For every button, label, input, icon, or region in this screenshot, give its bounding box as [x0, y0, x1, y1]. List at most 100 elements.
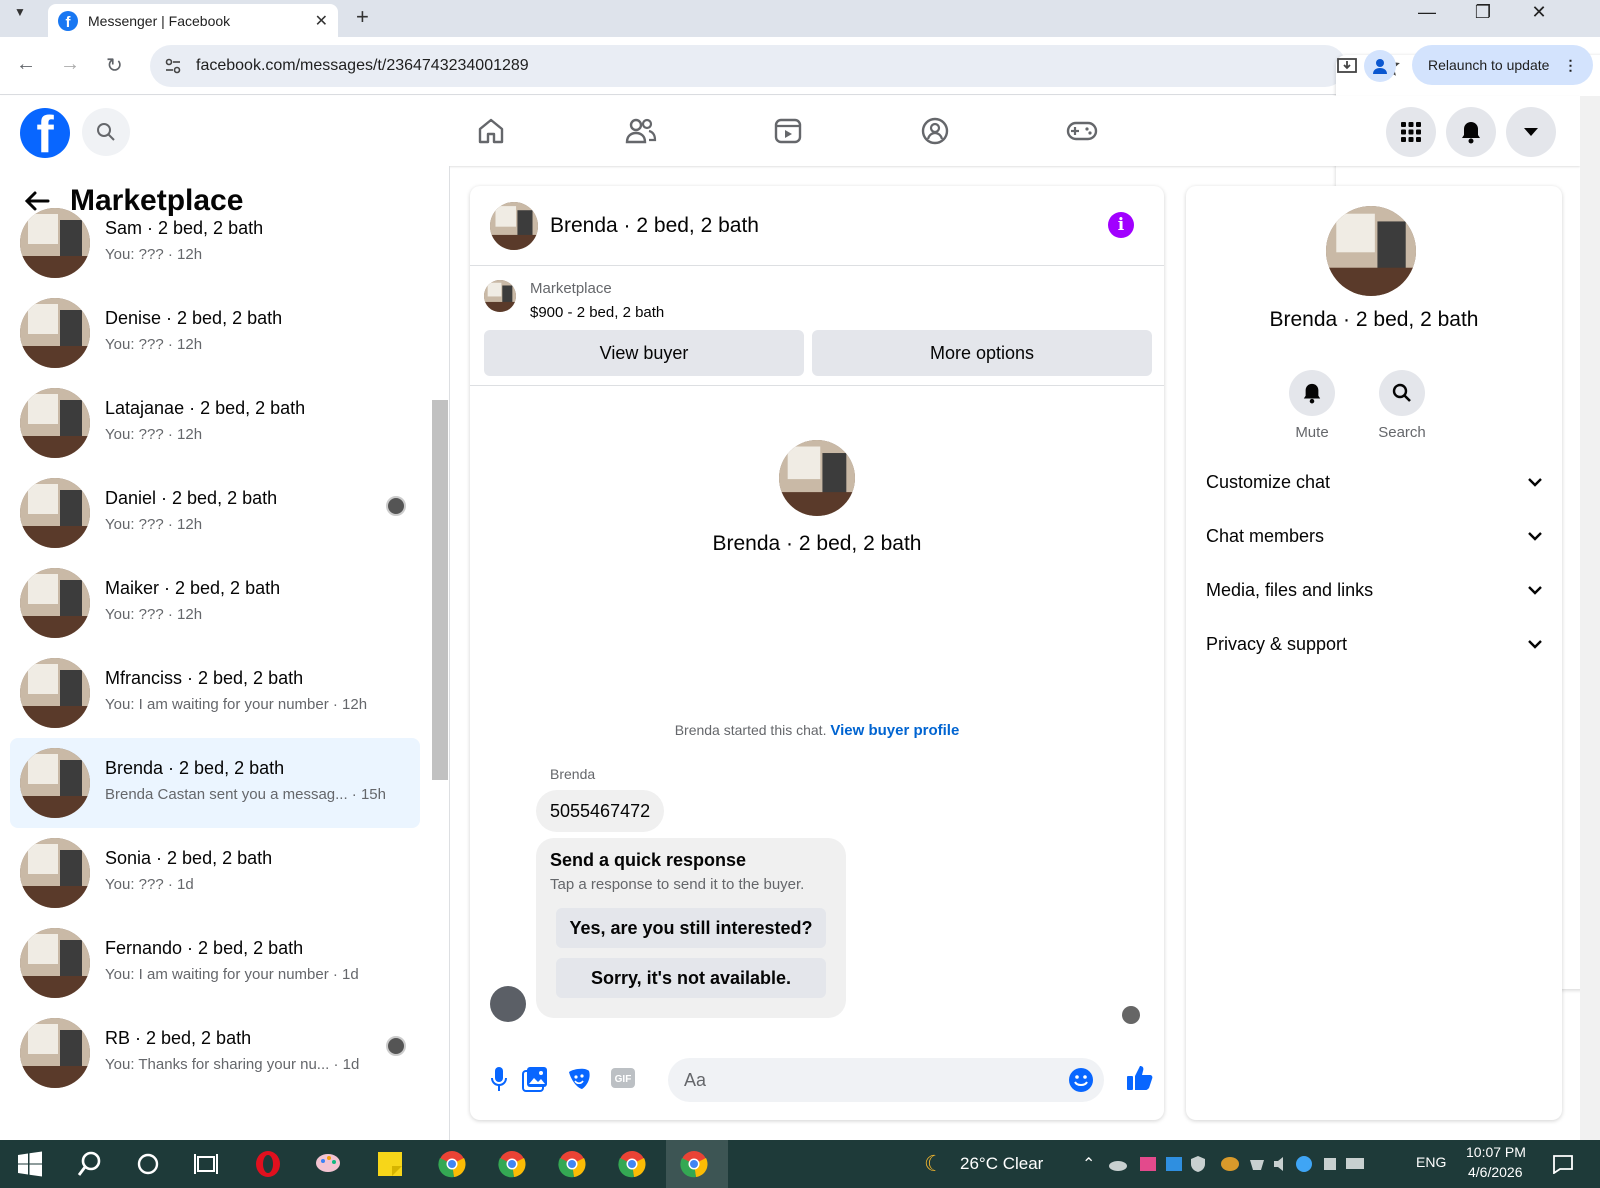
back-icon[interactable]: ← [16, 53, 36, 76]
quick-reply-interested-button[interactable]: Yes, are you still interested? [556, 908, 826, 948]
facebook-favicon-icon: f [58, 10, 78, 31]
conversation-item[interactable]: Latajanae · 2 bed, 2 bath You: ??? · 12h [10, 378, 420, 468]
weather-text[interactable]: 26°C Clear [960, 1154, 1043, 1174]
conversation-name: Daniel · 2 bed, 2 bath [105, 488, 278, 508]
close-window-icon[interactable]: ✕ [1516, 2, 1562, 23]
new-tab-icon[interactable]: + [356, 4, 369, 30]
chrome-profile-icon[interactable] [558, 1150, 586, 1178]
mute-button[interactable]: Mute [1272, 370, 1352, 441]
minimize-icon[interactable]: — [1404, 2, 1450, 23]
message-bubble[interactable]: 5055467472 [536, 790, 665, 832]
chrome-profile-icon[interactable] [680, 1150, 708, 1178]
avatar [20, 478, 90, 548]
reload-icon[interactable]: ↻ [106, 53, 123, 78]
facebook-logo-icon[interactable]: f [20, 108, 70, 158]
page-scrollbar[interactable] [1580, 96, 1600, 1140]
conversation-name: Maiker · 2 bed, 2 bath [105, 578, 281, 598]
privacy-support-section[interactable]: Privacy & support [1206, 624, 1542, 664]
view-buyer-profile-link[interactable]: View buyer profile [830, 722, 959, 739]
conversation-item-active[interactable]: Brenda · 2 bed, 2 bath Brenda Castan sen… [10, 738, 420, 828]
message-input[interactable]: Aa [668, 1058, 1104, 1102]
paint-app-icon[interactable] [314, 1150, 342, 1178]
input-language[interactable]: ENG [1416, 1154, 1446, 1170]
account-menu-button[interactable] [1506, 107, 1556, 157]
conversation-item[interactable]: RB · 2 bed, 2 bath You: Thanks for shari… [10, 1008, 420, 1098]
chrome-profile-icon[interactable] [438, 1150, 466, 1178]
site-info-icon[interactable] [164, 57, 182, 75]
chrome-profile-icon[interactable] [498, 1150, 526, 1178]
conversation-item[interactable]: Daniel · 2 bed, 2 bath You: ??? · 12h [10, 468, 420, 558]
search-conversation-button[interactable]: Search [1362, 370, 1442, 441]
clock-date[interactable]: 4/6/2026 [1468, 1164, 1523, 1180]
video-icon[interactable] [773, 116, 803, 146]
sticky-notes-icon[interactable] [376, 1150, 404, 1178]
tab-search-icon[interactable]: ▼ [14, 5, 26, 19]
address-bar[interactable]: facebook.com/messages/t/2364743234001289 [150, 45, 1600, 989]
home-icon[interactable] [476, 116, 506, 146]
avatar[interactable] [490, 202, 538, 250]
cortana-icon[interactable] [134, 1150, 162, 1178]
photo-icon[interactable] [522, 1066, 548, 1092]
chat-members-section[interactable]: Chat members [1206, 516, 1542, 556]
notification-center-icon[interactable] [1552, 1154, 1574, 1174]
conversation-item[interactable]: Fernando · 2 bed, 2 bath You: I am waiti… [10, 918, 420, 1008]
groups-icon[interactable] [920, 116, 950, 146]
tray-overflow-icon[interactable]: ⌃ [1082, 1154, 1095, 1174]
browser-tab[interactable]: f Messenger | Facebook ✕ [48, 4, 338, 37]
search-icon[interactable] [76, 1150, 104, 1178]
chat-title[interactable]: Brenda · 2 bed, 2 bath [550, 214, 759, 238]
avatar [20, 208, 90, 278]
chat-panel: Brenda · 2 bed, 2 bath i Marketplace $90… [470, 186, 1164, 1120]
scrollbar-thumb[interactable] [432, 400, 448, 780]
restore-icon[interactable]: ❐ [1460, 2, 1506, 23]
marketplace-label: Marketplace [530, 280, 612, 297]
windows-start-icon[interactable] [16, 1150, 44, 1178]
gif-icon[interactable]: GIF [610, 1066, 636, 1090]
view-buyer-button[interactable]: View buyer [484, 330, 804, 376]
more-options-button[interactable]: More options [812, 330, 1152, 376]
avatar[interactable] [1326, 206, 1416, 296]
moon-weather-icon[interactable]: ☾ [924, 1151, 944, 1177]
task-view-icon[interactable] [192, 1150, 220, 1178]
listing-thumbnail[interactable] [484, 280, 516, 312]
svg-text:GIF: GIF [615, 1074, 632, 1085]
tab-close-icon[interactable]: ✕ [315, 11, 328, 31]
avatar[interactable] [779, 440, 855, 516]
section-label: Privacy & support [1206, 633, 1348, 654]
avatar [20, 928, 90, 998]
system-tray-icons[interactable] [1108, 1154, 1388, 1174]
bell-icon [1462, 122, 1480, 144]
conversation-item[interactable]: Sam · 2 bed, 2 bath You: ??? · 12h [10, 198, 420, 288]
listing-title[interactable]: $900 - 2 bed, 2 bath [530, 304, 664, 321]
profile-avatar-icon[interactable] [1364, 50, 1396, 82]
info-icon[interactable]: i [1108, 212, 1134, 238]
like-thumb-icon[interactable] [1126, 1064, 1154, 1092]
microphone-icon[interactable] [490, 1066, 508, 1092]
notifications-button[interactable] [1446, 107, 1496, 157]
relaunch-button[interactable]: Relaunch to update ⋮ [1412, 45, 1594, 85]
gaming-icon[interactable] [1066, 116, 1098, 146]
conversation-item[interactable]: Maiker · 2 bed, 2 bath You: ??? · 12h [10, 558, 420, 648]
conversation-name: Sam · 2 bed, 2 bath [105, 218, 264, 238]
conversation-item[interactable]: Mfranciss · 2 bed, 2 bath You: I am wait… [10, 648, 420, 738]
customize-chat-section[interactable]: Customize chat [1206, 462, 1542, 502]
conversation-scrollbar[interactable] [431, 230, 449, 1140]
opera-icon[interactable] [254, 1150, 282, 1178]
facebook-search-button[interactable] [82, 108, 130, 156]
quick-reply-not-available-button[interactable]: Sorry, it's not available. [556, 958, 826, 998]
info-name: Brenda · 2 bed, 2 bath [1269, 308, 1479, 331]
conversation-item[interactable]: Denise · 2 bed, 2 bath You: ??? · 12h [10, 288, 420, 378]
install-app-icon[interactable] [1336, 55, 1358, 77]
friends-icon[interactable] [625, 116, 657, 146]
emoji-icon[interactable] [1068, 1067, 1094, 1093]
conversation-preview: You: I am waiting for your number · 1d [105, 966, 359, 983]
sticker-icon[interactable] [566, 1066, 592, 1092]
clock-time[interactable]: 10:07 PM [1466, 1144, 1526, 1160]
conversation-item[interactable]: Sonia · 2 bed, 2 bath You: ??? · 1d [10, 828, 420, 918]
menu-grid-button[interactable] [1386, 107, 1436, 157]
chrome-profile-icon[interactable] [618, 1150, 646, 1178]
conversation-list: Sam · 2 bed, 2 bath You: ??? · 12h Denis… [10, 208, 420, 1098]
media-files-section[interactable]: Media, files and links [1206, 570, 1542, 610]
quick-response-title: Send a quick response [550, 850, 747, 870]
forward-icon[interactable]: → [60, 53, 80, 76]
